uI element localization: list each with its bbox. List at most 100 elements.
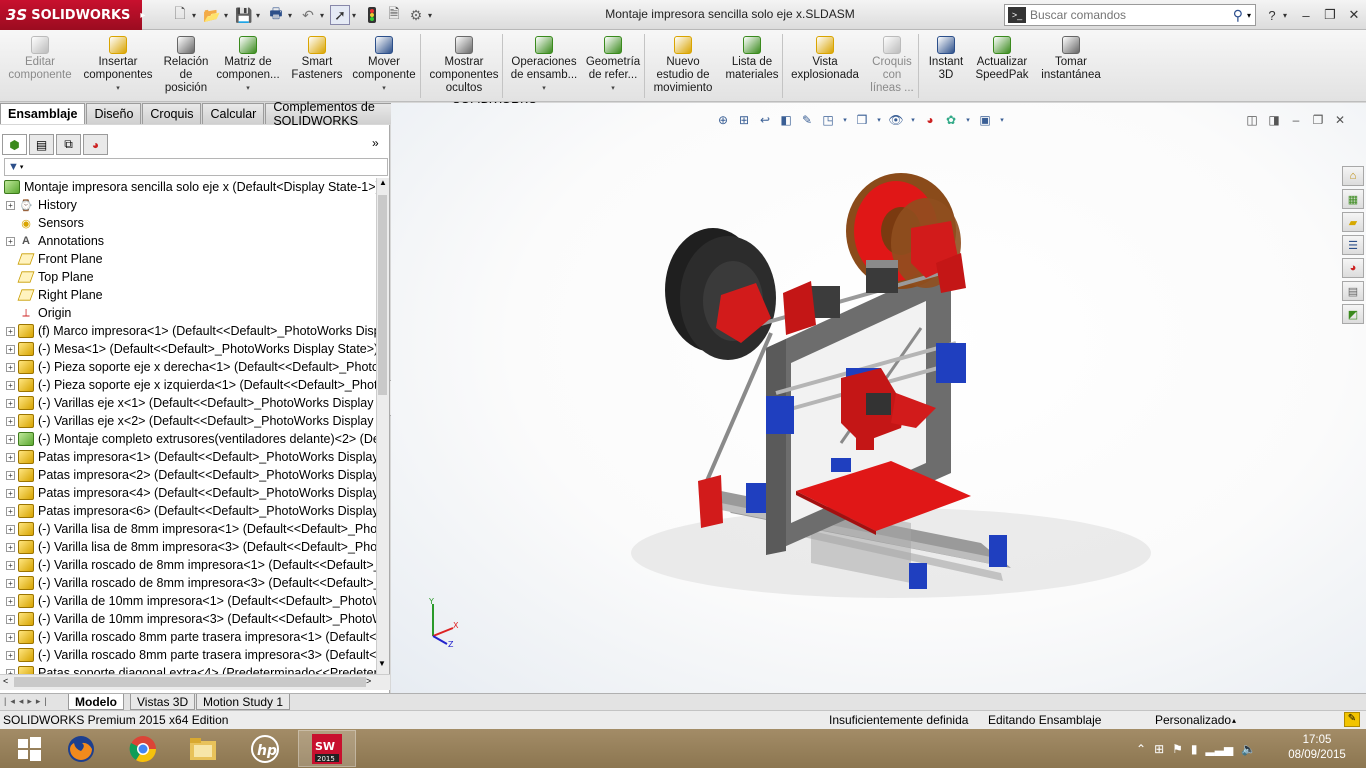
expand-toggle-icon[interactable]: +	[6, 380, 15, 390]
help-icon[interactable]: ?	[1262, 5, 1282, 25]
ribbon-button-explode-line-sketch[interactable]: Croquis con líneas ...	[866, 32, 918, 100]
tree-item[interactable]: Right Plane	[0, 286, 376, 304]
tree-item[interactable]: Front Plane	[0, 250, 376, 268]
dropdown-arrow-icon[interactable]: ▾	[542, 82, 546, 95]
dropdown-arrow-icon[interactable]: ▾	[352, 11, 360, 20]
dropdown-arrow-icon[interactable]: ▾	[964, 112, 972, 128]
dropdown-arrow-icon[interactable]: ▾	[611, 82, 615, 95]
ribbon-button-mate[interactable]: Relación de posición	[158, 32, 214, 100]
tree-item[interactable]: + (-) Varillas eje x<1> (Default<<Default…	[0, 394, 376, 412]
view-palette-icon[interactable]: ☰	[1342, 235, 1364, 255]
tree-item[interactable]: ◉ Sensors	[0, 214, 376, 232]
scrollbar-thumb[interactable]	[14, 677, 366, 687]
search-commands[interactable]: >_ ⚲ ▾	[1004, 4, 1256, 26]
windows-logo-icon[interactable]: ⊞	[1154, 742, 1164, 756]
save-icon[interactable]: 💾	[234, 5, 254, 25]
tree-item[interactable]: + Patas impresora<1> (Default<<Default>_P…	[0, 448, 376, 466]
tab-croquis[interactable]: Croquis	[142, 103, 202, 124]
minimize-icon[interactable]: –	[1296, 5, 1316, 25]
solidworks-2015-icon[interactable]: SW 2015	[298, 730, 356, 767]
units-selector[interactable]: Personalizado	[1155, 713, 1231, 727]
tree-item[interactable]: + ⌚ History	[0, 196, 376, 214]
tree-item[interactable]: + (-) Varilla roscado 8mm parte trasera i…	[0, 628, 376, 646]
view-orientation-icon[interactable]: ◳	[820, 112, 836, 128]
dropdown-arrow-icon[interactable]: ▾	[288, 11, 296, 20]
viewport-restore-icon[interactable]: ❐	[1310, 112, 1326, 128]
ribbon-button-move-component[interactable]: Mover componente ▾	[348, 32, 420, 100]
dropdown-arrow-icon[interactable]: ▾	[998, 112, 1006, 128]
tree-item[interactable]: + Patas impresora<6> (Default<<Default>_P…	[0, 502, 376, 520]
expand-toggle-icon[interactable]: +	[6, 596, 15, 606]
expand-toggle-icon[interactable]: +	[6, 614, 15, 624]
expand-toggle-icon[interactable]: +	[6, 416, 15, 426]
hp-icon[interactable]: hp	[236, 730, 294, 767]
close-icon[interactable]: ✕	[1344, 5, 1364, 25]
dynamic-annotation-icon[interactable]: ✎	[799, 112, 815, 128]
zoom-to-fit-icon[interactable]: ⊕	[715, 112, 731, 128]
tree-item[interactable]: + (f) Marco impresora<1> (Default<<Defaul…	[0, 322, 376, 340]
select-cursor-icon[interactable]: ➚	[330, 5, 350, 25]
ribbon-button-speedpak[interactable]: Actualizar SpeedPak	[972, 32, 1032, 100]
ribbon-button-show-hidden[interactable]: Mostrar componentes ocultos	[426, 32, 502, 100]
expand-toggle-icon[interactable]: +	[6, 542, 15, 552]
tree-item[interactable]: + (-) Varilla roscado 8mm parte trasera i…	[0, 646, 376, 664]
tree-item[interactable]: + (-) Pieza soporte eje x derecha<1> (Def…	[0, 358, 376, 376]
undo-icon[interactable]: ↶	[298, 5, 318, 25]
bottom-tab-motion-study-1[interactable]: Motion Study 1	[196, 694, 291, 710]
tree-root-assembly[interactable]: Montaje impresora sencilla solo eje x (D…	[0, 178, 376, 196]
expand-toggle-icon[interactable]: +	[6, 398, 15, 408]
display-style-icon[interactable]: ❒	[854, 112, 870, 128]
solidworks-logo[interactable]: 3S SOLIDWORKS ▸	[0, 0, 145, 30]
power-icon[interactable]: ▮	[1191, 742, 1198, 756]
ribbon-button-motion-study[interactable]: Nuevo estudio de movimiento	[650, 32, 716, 100]
ribbon-button-smart-fasteners[interactable]: Smart Fasteners	[286, 32, 348, 100]
scroll-left-icon[interactable]: <	[3, 676, 8, 686]
show-hidden-icons-icon[interactable]: ⌃	[1136, 742, 1146, 756]
feature-tree-tab-icon[interactable]: ⬢	[2, 134, 27, 155]
tree-item[interactable]: + Patas impresora<4> (Default<<Default>_P…	[0, 484, 376, 502]
ribbon-button-edit-component[interactable]: Editar componente	[4, 32, 76, 100]
expand-toggle-icon[interactable]: +	[6, 434, 15, 444]
expand-toggle-icon[interactable]: +	[6, 236, 15, 246]
apply-scene-icon[interactable]: ✿	[943, 112, 959, 128]
ribbon-button-insert-components[interactable]: Insertar componentes ▾	[82, 32, 154, 100]
tab-calcular[interactable]: Calcular	[202, 103, 265, 124]
scroll-right-icon[interactable]: >	[366, 676, 371, 686]
flag-icon[interactable]: ⚑	[1172, 742, 1183, 756]
dropdown-arrow-icon[interactable]: ▾	[116, 82, 120, 95]
tree-item[interactable]: + (-) Varilla roscado de 8mm impresora<3>…	[0, 574, 376, 592]
tree-item[interactable]: + (-) Varillas eje x<2> (Default<<Default…	[0, 412, 376, 430]
dropdown-arrow-icon[interactable]: ▾	[875, 112, 883, 128]
tab-diseño[interactable]: Diseño	[86, 103, 142, 124]
dropdown-arrow-icon[interactable]: ▾	[428, 11, 436, 20]
design-library-icon[interactable]: ▦	[1342, 189, 1364, 209]
tree-item[interactable]: + (-) Varilla lisa de 8mm impresora<3> (D…	[0, 538, 376, 556]
dropdown-arrow-icon[interactable]: ▾	[246, 82, 250, 95]
previous-view-icon[interactable]: ↩	[757, 112, 773, 128]
tree-item[interactable]: + (-) Varilla de 10mm impresora<3> (Defau…	[0, 610, 376, 628]
tree-item[interactable]: + (-) Varilla roscado de 8mm impresora<1>…	[0, 556, 376, 574]
chrome-icon[interactable]	[114, 730, 172, 767]
search-input[interactable]	[1030, 8, 1233, 22]
print-icon[interactable]: 🖶	[266, 5, 286, 25]
tree-item[interactable]: ⟂ Origin	[0, 304, 376, 322]
expand-toggle-icon[interactable]: +	[6, 524, 15, 534]
ribbon-button-component-pattern[interactable]: Matriz de componen... ▾	[214, 32, 282, 100]
network-signal-icon[interactable]: ▂▃▅	[1206, 742, 1234, 756]
custom-properties-icon[interactable]: ▤	[1342, 281, 1364, 301]
tree-item[interactable]: Top Plane	[0, 268, 376, 286]
windows-start-icon[interactable]	[0, 730, 58, 767]
system-clock[interactable]: 17:05 08/09/2015	[1282, 733, 1352, 763]
dropdown-arrow-icon[interactable]: ▾	[320, 11, 328, 20]
expand-toggle-icon[interactable]: +	[6, 344, 15, 354]
tree-item[interactable]: + (-) Varilla lisa de 8mm impresora<1> (D…	[0, 520, 376, 538]
dropdown-arrow-icon[interactable]: ▾	[909, 112, 917, 128]
zoom-to-area-icon[interactable]: ⊞	[736, 112, 752, 128]
file-explorer-pane-icon[interactable]: ▰	[1342, 212, 1364, 232]
viewport-minimize-icon[interactable]: –	[1288, 112, 1304, 128]
expand-toggle-icon[interactable]: +	[6, 560, 15, 570]
ribbon-button-instant3d[interactable]: Instant 3D	[924, 32, 968, 100]
configuration-manager-tab-icon[interactable]: ⧉	[56, 134, 81, 155]
file-explorer-icon[interactable]	[174, 730, 232, 767]
expand-toggle-icon[interactable]: +	[6, 632, 15, 642]
